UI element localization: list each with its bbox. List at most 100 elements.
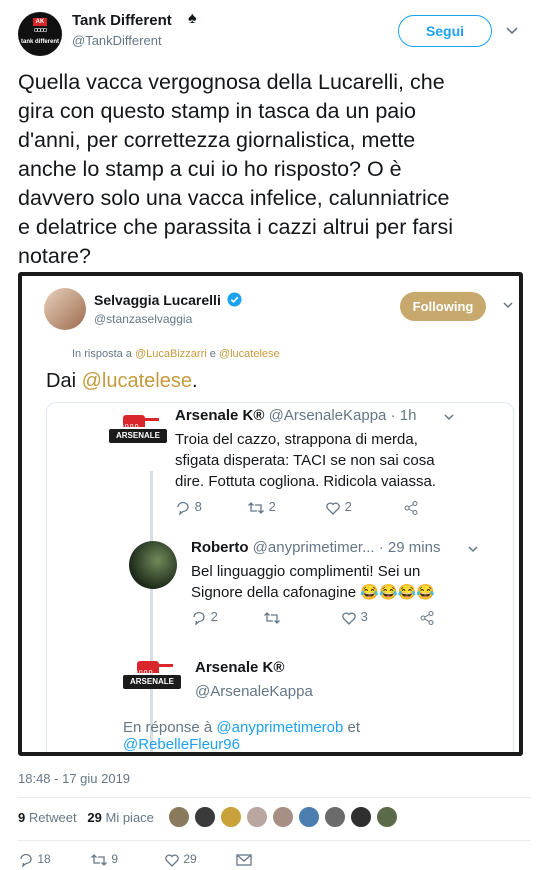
spade-icon: ♠ [188, 10, 197, 27]
author-meta: @ArsenaleKappa · 1h [268, 407, 417, 424]
retweet-icon [248, 501, 264, 514]
avatar-badge: AK [33, 18, 47, 26]
heart-icon [326, 502, 340, 515]
reply-action: 2 [191, 609, 218, 626]
mention-link: @RebelleFleur96 [123, 736, 240, 753]
retweet-label[interactable]: Retweet [29, 810, 77, 825]
tank-gun [157, 664, 173, 667]
thread-text: Troia del cazzo, strappona di merda, sfi… [175, 431, 436, 490]
like-label[interactable]: Mi piace [106, 810, 154, 825]
tank-body: ARSENALE [109, 429, 167, 443]
reply-action[interactable]: 18 [18, 852, 51, 868]
retweet-count: 9 [111, 852, 119, 867]
avatar [129, 541, 177, 589]
thread-line [150, 471, 153, 752]
like-action: 2 [325, 499, 352, 516]
display-name[interactable]: Tank Different [72, 12, 172, 29]
mention-link: @lucatelese [81, 370, 192, 392]
like-count: 3 [360, 609, 368, 624]
tweet-stats: 9 Retweet 29 Mi piace [18, 810, 154, 825]
reply-icon [20, 853, 32, 868]
verified-icon [227, 292, 242, 307]
liker-avatar[interactable] [272, 806, 294, 828]
mention-link: @LucaBizzarri [134, 348, 207, 360]
retweet-action [263, 609, 281, 626]
share-action [419, 609, 435, 626]
message-action[interactable] [236, 852, 252, 867]
share-action [403, 499, 419, 516]
divider [18, 797, 531, 798]
liker-avatar[interactable] [376, 806, 398, 828]
action-bar: 2 3 [191, 609, 451, 627]
retweet-count: 2 [268, 499, 276, 514]
embedded-screenshot: Selvaggia Lucarelli @stanzaselvaggia Fol… [18, 272, 523, 756]
thread-author: Roberto @anyprimetimer... · 29 mins [191, 539, 440, 556]
liker-avatar[interactable] [168, 806, 190, 828]
mention-link: @anyprimetimerob [216, 719, 344, 736]
author-meta: @anyprimetimer... · 29 mins [252, 539, 441, 556]
author-name: Roberto [191, 539, 249, 556]
thread-handle: @ArsenaleKappa [195, 683, 313, 700]
avatar-wheels: ᴼᴼᴼᴼ [33, 27, 47, 36]
tank-body: ARSENALE [123, 675, 181, 689]
heart-icon [165, 854, 179, 867]
avatar[interactable]: AK ᴼᴼᴼᴼ tank different [18, 12, 62, 56]
tank-logo: ooooo ARSENALE [109, 409, 167, 467]
reply-count: 18 [37, 852, 51, 867]
like-count[interactable]: 29 [87, 810, 101, 825]
following-button: Following [400, 292, 486, 321]
retweet-icon [264, 611, 280, 624]
retweet-action[interactable]: 9 [90, 852, 118, 868]
reply-prefix: En réponse à [123, 719, 213, 736]
chevron-down-icon [468, 546, 478, 553]
like-count: 2 [344, 499, 352, 514]
reply-count: 8 [194, 499, 202, 514]
text-suffix: . [191, 370, 198, 392]
liker-avatar[interactable] [246, 806, 268, 828]
display-name: Selvaggia Lucarelli [94, 292, 221, 308]
reply-count: 2 [210, 609, 218, 624]
reply-conjunction: e [209, 348, 216, 360]
reply-conjunction: et [347, 719, 361, 736]
reply-context: En réponse à @anyprimetimerob et @Rebell… [123, 719, 361, 753]
reply-prefix: In risposta a [72, 348, 132, 360]
reply-context: In risposta a @LucaBizzarri e @lucateles… [72, 348, 280, 360]
liker-avatar[interactable] [194, 806, 216, 828]
envelope-icon [236, 854, 252, 866]
liker-avatar[interactable] [220, 806, 242, 828]
text-prefix: Dai [46, 370, 77, 392]
quoted-thread: ooooo ARSENALE Arsenale K® @ArsenaleKapp… [46, 402, 514, 753]
user-handle[interactable]: @TankDifferent [72, 33, 162, 48]
embedded-tweet-text: Dai @lucatelese. [46, 370, 198, 393]
like-count: 29 [183, 852, 197, 867]
retweet-icon [91, 854, 107, 866]
like-action[interactable]: 29 [164, 852, 197, 868]
chevron-down-icon [503, 302, 513, 309]
chevron-down-icon [444, 414, 454, 421]
chevron-down-icon[interactable] [505, 23, 519, 37]
author-name: Arsenale K® [175, 407, 265, 424]
reply-icon [193, 611, 205, 626]
author-name: Arsenale K® [195, 659, 285, 676]
mention-link: @lucatelese [218, 348, 280, 360]
thread-text: Bel linguaggio complimenti! Sei un Signo… [191, 563, 435, 601]
tank-gun [143, 418, 159, 421]
retweet-count[interactable]: 9 [18, 810, 25, 825]
timestamp[interactable]: 18:48 - 17 giu 2019 [18, 771, 130, 786]
tweet-header: AK ᴼᴼᴼᴼ tank different Tank Different ♠ … [0, 0, 549, 66]
action-bar: 18 9 29 [18, 852, 318, 870]
like-action: 3 [341, 609, 368, 626]
tweet-text: Quella vacca vergognosa della Lucarelli,… [18, 70, 453, 268]
follow-button[interactable]: Segui [398, 15, 492, 47]
avatar [44, 288, 86, 330]
user-handle: @stanzaselvaggia [94, 312, 193, 326]
retweet-action: 2 [247, 499, 276, 516]
heart-icon [342, 612, 356, 625]
liker-avatar[interactable] [324, 806, 346, 828]
liker-avatar[interactable] [298, 806, 320, 828]
reply-action: 8 [175, 499, 202, 516]
thread-author: Arsenale K® [195, 659, 284, 676]
liker-avatar[interactable] [350, 806, 372, 828]
reply-icon [177, 501, 189, 516]
share-icon [404, 500, 418, 515]
